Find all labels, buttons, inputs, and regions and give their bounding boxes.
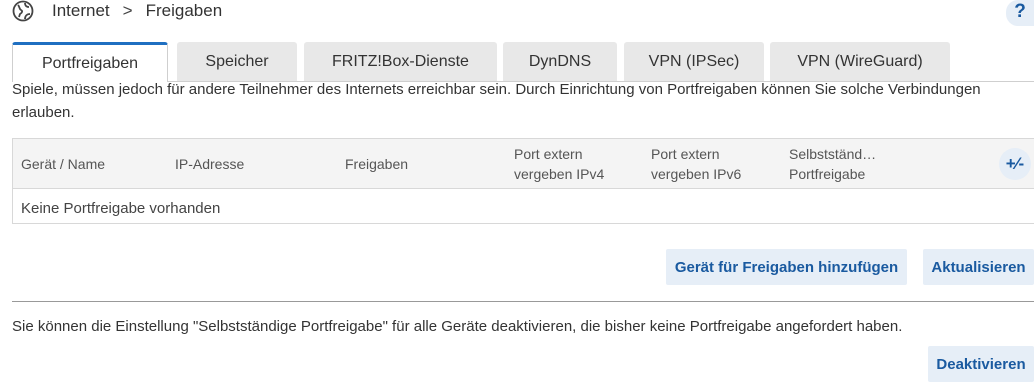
tab-vpn-ipsec[interactable]: VPN (IPSec): [624, 42, 764, 81]
table-header: Gerät / Name IP-Adresse Freigaben Port e…: [13, 139, 1034, 189]
column-header-device: Gerät / Name: [21, 156, 106, 172]
section-divider: [12, 301, 1034, 302]
add-device-button[interactable]: Gerät für Freigaben hinzufügen: [666, 249, 907, 285]
globe-icon: [12, 0, 34, 22]
breadcrumb-separator: >: [122, 1, 133, 20]
empty-table-message: Keine Portfreigabe vorhanden: [21, 200, 221, 217]
column-header-ip: IP-Adresse: [175, 156, 245, 172]
tab-dyndns[interactable]: DynDNS: [503, 42, 617, 81]
tab-vpn-wireguard[interactable]: VPN (WireGuard): [770, 42, 950, 81]
help-button[interactable]: ?: [1006, 0, 1034, 26]
tab-fritzbox-dienste[interactable]: FRITZ!Box-Dienste: [304, 42, 497, 81]
intro-text: Spiele, müssen jedoch für andere Teilneh…: [12, 81, 981, 121]
column-header-port-ipv4: Port extern vergeben IPv4: [514, 146, 605, 182]
tab-portfreigaben[interactable]: Portfreigaben: [12, 42, 168, 82]
column-header-auto-forwarding: Selbstständ… Portfreigabe: [789, 146, 877, 182]
tab-speicher[interactable]: Speicher: [177, 42, 297, 81]
breadcrumb-item-internet[interactable]: Internet: [52, 1, 110, 21]
deactivate-note-text: Sie können die Einstellung "Selbstständi…: [12, 318, 903, 335]
breadcrumb-item-freigaben: Freigaben: [145, 1, 223, 20]
column-header-port-ipv6: Port extern vergeben IPv6: [651, 146, 742, 182]
breadcrumb: Internet > Freigaben: [12, 0, 222, 22]
port-forwarding-table: Gerät / Name IP-Adresse Freigaben Port e…: [12, 138, 1034, 224]
column-header-shares: Freigaben: [345, 156, 409, 172]
plus-minus-icon[interactable]: +⁄-: [999, 148, 1031, 180]
deactivate-button[interactable]: Deaktivieren: [928, 346, 1034, 382]
refresh-button[interactable]: Aktualisieren: [923, 249, 1034, 285]
